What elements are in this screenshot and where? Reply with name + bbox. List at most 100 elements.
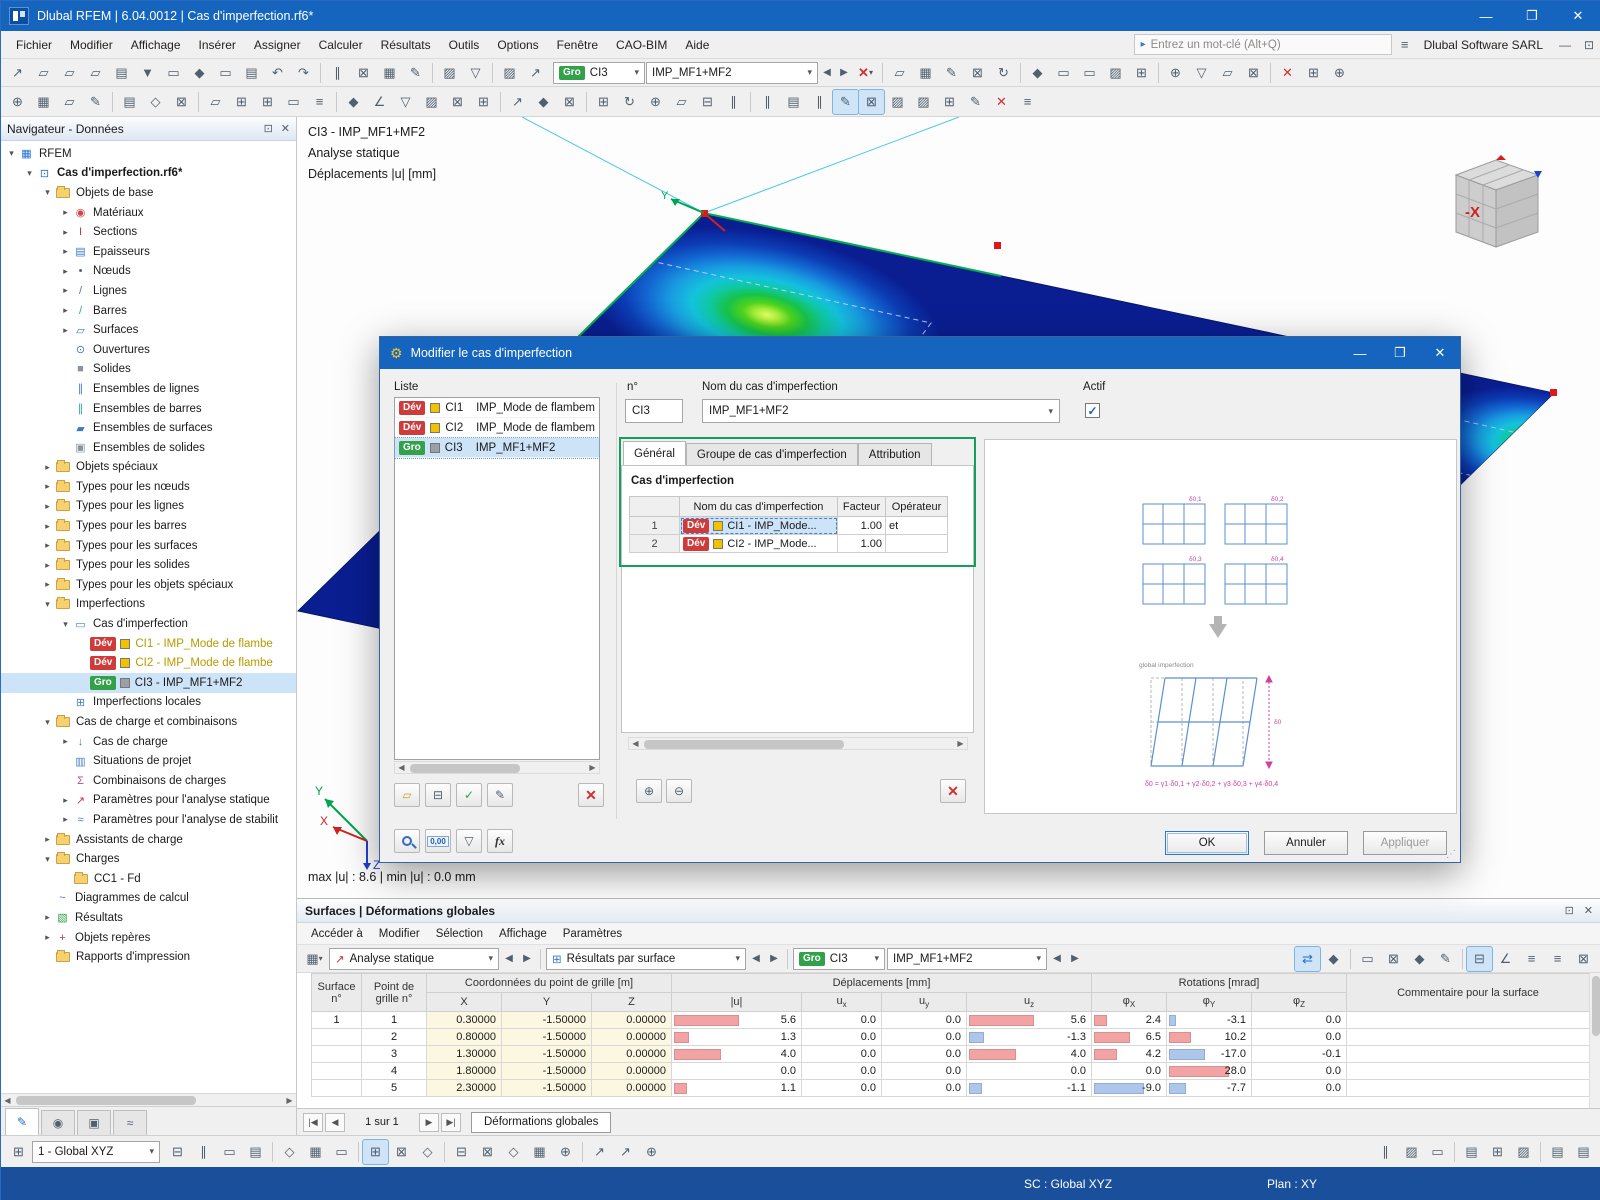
find-number-button[interactable]: [394, 829, 420, 853]
generate-nodes-button[interactable]: ▤: [117, 90, 142, 114]
ortho-mode-button[interactable]: ↗: [587, 1140, 612, 1164]
move-grid-button[interactable]: ∥: [191, 1140, 216, 1164]
show-results-button[interactable]: ▱: [887, 61, 912, 85]
sound-alerts-button[interactable]: ▤: [1545, 1140, 1570, 1164]
result-category-combo[interactable]: ⊞ Résultats par surface ▾: [546, 947, 746, 970]
show-result-values-button[interactable]: ▦: [913, 61, 938, 85]
expander-icon[interactable]: ▸: [41, 912, 54, 923]
tree-item-types-pour-les-lignes[interactable]: ▸ Types pour les lignes: [1, 497, 296, 517]
divide-lines-button[interactable]: ∠: [367, 90, 392, 114]
results-table[interactable]: Surface n° Point de grille n° Coordonnées …: [311, 973, 1590, 1097]
search-options-icon[interactable]: ≡: [1392, 37, 1418, 52]
guideline-new-button[interactable]: ◇: [277, 1140, 302, 1164]
float-panel-icon[interactable]: ⊡: [1565, 904, 1574, 917]
trim-lines-button[interactable]: ⊞: [471, 90, 496, 114]
imp-operator-cell[interactable]: et: [885, 516, 948, 535]
results-menu-s-lection[interactable]: Sélection: [428, 923, 491, 944]
view-y-button[interactable]: ✎: [832, 88, 859, 115]
dialog-close-icon[interactable]: ✕: [1420, 337, 1460, 369]
data-navigator-tab[interactable]: ✎: [5, 1108, 39, 1135]
link-surfaces-button[interactable]: ▨: [497, 61, 522, 85]
minimize-icon[interactable]: —: [1463, 1, 1509, 31]
expander-icon[interactable]: ▸: [59, 227, 72, 238]
results-menu-affichage[interactable]: Affichage: [491, 923, 555, 944]
close-panel-icon[interactable]: ✕: [1584, 904, 1593, 917]
next-analysis-button[interactable]: ▶: [519, 948, 535, 970]
extend-lines-button[interactable]: ⊠: [445, 90, 470, 114]
link-members-button[interactable]: ↗: [523, 61, 548, 85]
annuler-button[interactable]: Annuler: [1264, 831, 1348, 855]
expander-icon[interactable]: ▾: [41, 854, 54, 865]
expander-icon[interactable]: ▸: [41, 834, 54, 845]
menu-calculer[interactable]: Calculer: [310, 31, 372, 58]
tree-item-ensembles-de-barres[interactable]: ∥ Ensembles de barres: [1, 399, 296, 419]
tree-item-situations-de-projet[interactable]: ▥ Situations de projet: [1, 751, 296, 771]
snap-grid-button[interactable]: ▤: [243, 1140, 268, 1164]
edit-node-button[interactable]: ✎: [83, 90, 108, 114]
work-plane-button[interactable]: ▱: [669, 90, 694, 114]
align-objects-button[interactable]: ⊞: [591, 90, 616, 114]
menu-affichage[interactable]: Affichage: [122, 31, 190, 58]
visibility-button[interactable]: ▽: [1189, 61, 1214, 85]
new-model-button[interactable]: ↗: [5, 61, 30, 85]
plane-xz-button[interactable]: ◇: [415, 1140, 440, 1164]
selected-rows-button[interactable]: ⊟: [1466, 945, 1493, 972]
tree-item-imperfections-locales[interactable]: ⊞ Imperfections locales: [1, 693, 296, 713]
copy-imperfection-case-button[interactable]: ⊟: [425, 783, 451, 807]
menu-fichier[interactable]: Fichier: [7, 31, 61, 58]
delete-imperfection-case-button[interactable]: ✕: [578, 783, 604, 807]
menu-fen-tre[interactable]: Fenêtre: [548, 31, 607, 58]
tab-general[interactable]: Général: [623, 441, 686, 466]
snap-node-button[interactable]: ⊟: [449, 1140, 474, 1164]
content-horizontal-scrollbar[interactable]: ◀ ▶: [628, 737, 968, 750]
grid-settings-button[interactable]: ∥: [755, 90, 780, 114]
view-iso-button[interactable]: ▨: [885, 90, 910, 114]
snap-intersection-button[interactable]: ▦: [527, 1140, 552, 1164]
results-case-combo[interactable]: Gro CI3 ▾: [793, 947, 885, 970]
tree-item-types-pour-les-surfaces[interactable]: ▸ Types pour les surfaces: [1, 536, 296, 556]
percent-scale-button[interactable]: ⊞: [937, 90, 962, 114]
undo-button[interactable]: ↶: [265, 61, 290, 85]
edit-dimensions-button[interactable]: ▱: [57, 90, 82, 114]
expander-icon[interactable]: ▸: [41, 481, 54, 492]
tree-item-n-uds[interactable]: ▸ • Nœuds: [1, 262, 296, 282]
generate-lines-button[interactable]: ◇: [143, 90, 168, 114]
work-plane-grid-button[interactable]: ⊟: [165, 1140, 190, 1164]
tab-deformations-globales[interactable]: Déformations globales: [471, 1111, 612, 1133]
tab-groupe-cas-imperfection[interactable]: Groupe de cas d'imperfection: [685, 443, 858, 466]
expander-icon[interactable]: ▸: [59, 736, 72, 747]
previous-case-button[interactable]: ◀: [819, 62, 835, 84]
view-z-button[interactable]: ⊠: [858, 88, 885, 115]
clipping-plane-button[interactable]: ⊕: [1163, 61, 1188, 85]
tree-item-ci1-imp-mode-de-flambe[interactable]: Dév CI1 - IMP_Mode de flambe: [1, 634, 296, 654]
expander-icon[interactable]: ▸: [41, 501, 54, 512]
zoom-select-button[interactable]: ◆: [1025, 61, 1050, 85]
coordinate-system-icon[interactable]: ⊞: [6, 1140, 31, 1164]
child-restore-icon[interactable]: ⊡: [1577, 38, 1600, 52]
actif-checkbox[interactable]: ✓: [1085, 403, 1100, 418]
expander-icon[interactable]: ▸: [41, 932, 54, 943]
guideline-lock-button[interactable]: ▦: [303, 1140, 328, 1164]
table-row[interactable]: 2 0.80000 -1.50000 0.00000 1.3 0.0 0.0 -1.3 6.5 1…: [311, 1028, 1590, 1046]
parallel-copy-button[interactable]: ↻: [617, 90, 642, 114]
tree-item-cc1-fd[interactable]: CC1 - Fd: [1, 869, 296, 889]
save-button[interactable]: ▼: [135, 61, 160, 85]
rotate-view-button[interactable]: ▭: [1077, 61, 1102, 85]
result-tables-button[interactable]: ↻: [991, 61, 1016, 85]
case-number-field[interactable]: CI3: [625, 399, 683, 423]
warning-list-button[interactable]: ▤: [1571, 1140, 1596, 1164]
menu-modifier[interactable]: Modifier: [61, 31, 122, 58]
imp-factor-cell[interactable]: 1.00: [837, 516, 886, 535]
tree-item-cas-de-charge-et-combinaisons[interactable]: ▾ Cas de charge et combinaisons: [1, 712, 296, 732]
tree-item-objets-de-base[interactable]: ▾ Objets de base: [1, 183, 296, 203]
table-settings-button[interactable]: ≡: [1545, 947, 1570, 971]
shapes-button[interactable]: ⊞: [255, 90, 280, 114]
delete-results-button[interactable]: ✕: [1275, 61, 1300, 85]
results-menu-modifier[interactable]: Modifier: [371, 923, 428, 944]
next-category-button[interactable]: ▶: [766, 948, 782, 970]
menu-ins-rer[interactable]: Insérer: [190, 31, 245, 58]
snap-objects-button[interactable]: ▭: [217, 1140, 242, 1164]
previous-page-button[interactable]: ◀: [325, 1112, 345, 1132]
tree-item-ensembles-de-surfaces[interactable]: ▰ Ensembles de surfaces: [1, 418, 296, 438]
expander-icon[interactable]: ▸: [59, 207, 72, 218]
